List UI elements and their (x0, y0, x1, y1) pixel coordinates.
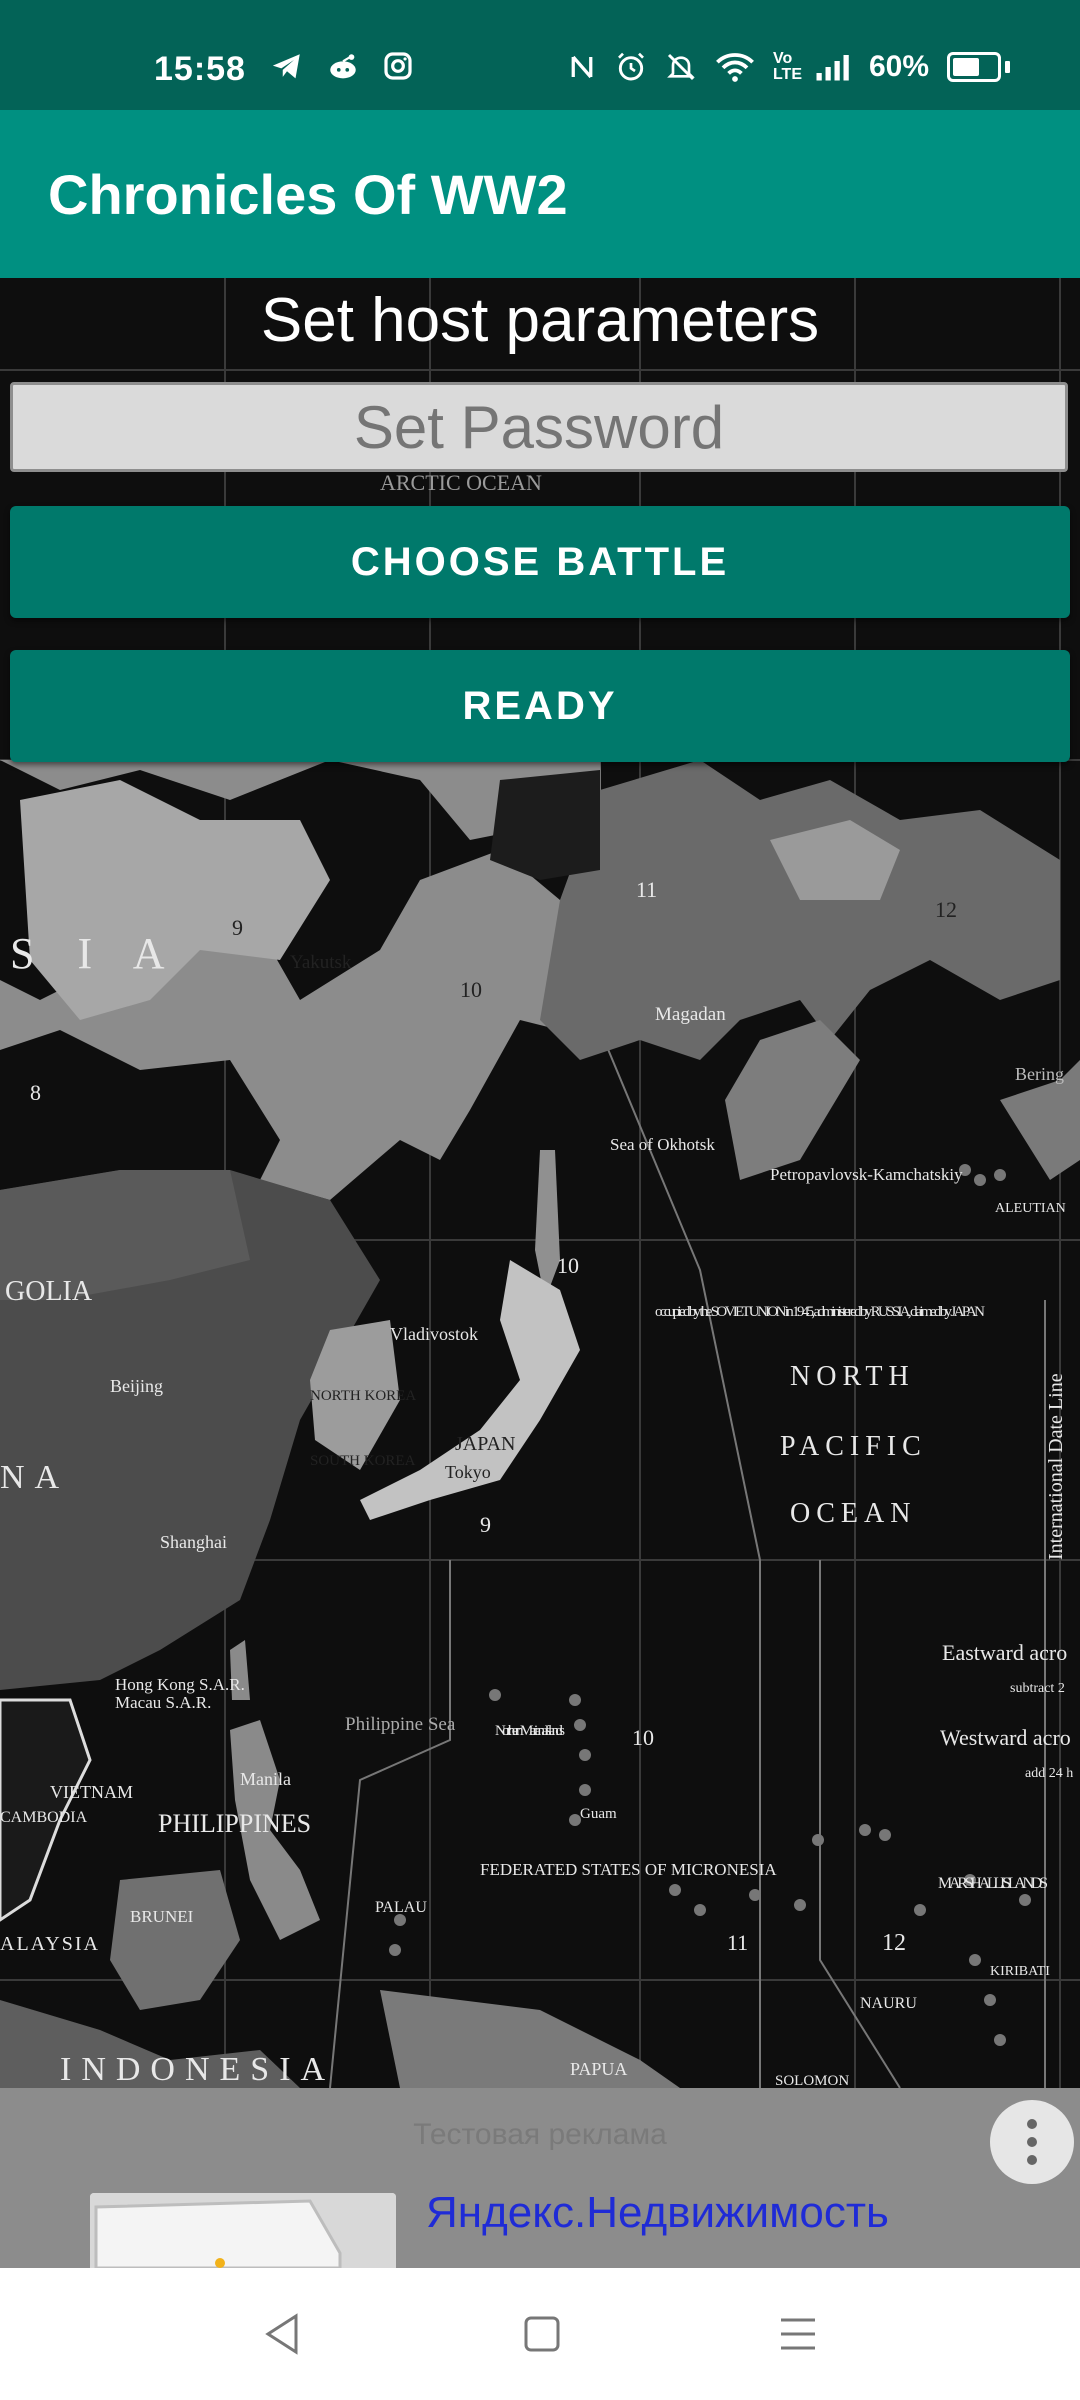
navigation-bar (0, 2268, 1080, 2400)
map-label-solomon: SOLOMON (775, 2073, 849, 2088)
map-label-palau: PALAU (375, 1899, 427, 1916)
status-time: 15:58 (154, 50, 246, 88)
battery-tip (1005, 61, 1010, 73)
map-label-japan: JAPAN (455, 1433, 515, 1455)
map-label-bering: Bering (1015, 1064, 1064, 1084)
map-label-micronesia: FEDERATED STATES OF MICRONESIA (480, 1860, 777, 1879)
map-label-cambodia: CAMBODIA (0, 1809, 88, 1826)
map-label-zone-9b: 9 (480, 1512, 491, 1537)
ad-link[interactable]: Яндекс.Недвижимость (426, 2188, 889, 2238)
map-label-okhotsk: Sea of Okhotsk (610, 1135, 715, 1154)
map-label-guam: Guam (580, 1806, 617, 1822)
status-left-icons (270, 50, 414, 84)
map-label-zone-12a: 12 (935, 897, 957, 922)
map-label-arctic: ARCTIC OCEAN (380, 470, 542, 495)
ready-button[interactable]: READY (10, 650, 1070, 762)
map-label-marshall: MARSHALL ISLANDS (938, 1875, 1048, 1892)
map-label-add24: add 24 h (1025, 1766, 1073, 1781)
status-right-icons: Vo LTE 60% (567, 50, 1010, 84)
map-label-zone-12b: 12 (882, 1930, 906, 1956)
more-vert-glyph (1027, 2119, 1037, 2165)
map-label-kiribati: KIRIBATI (990, 1964, 1050, 1979)
ad-image[interactable] (90, 2193, 396, 2268)
battery-percent: 60% (868, 50, 929, 83)
choose-battle-button[interactable]: CHOOSE BATTLE (10, 506, 1070, 618)
more-vert-icon[interactable] (990, 2100, 1074, 2184)
map-label-pacific: PACIFIC (780, 1431, 927, 1462)
map-label-vietnam: VIETNAM (50, 1782, 133, 1802)
map-label-zone-10b: 10 (557, 1253, 579, 1278)
map-label-zone-9a: 9 (232, 915, 243, 940)
battery-icon (947, 52, 1001, 82)
map-label-vladivostok: Vladivostok (390, 1324, 478, 1344)
app-bar: Chronicles Of WW2 (0, 110, 1080, 278)
map-label-yakutsk: Yakutsk (290, 952, 352, 973)
map-label-petropavlovsk: Petropavlovsk-Kamchatskiy (770, 1165, 963, 1184)
host-parameters-title: Set host parameters (260, 286, 820, 355)
map-label-date-line: International Date Line (1045, 1373, 1067, 1560)
map-label-eastward: Eastward acro (942, 1640, 1067, 1665)
map-label-aleutian: ALEUTIAN (995, 1201, 1066, 1216)
map-label-manila: Manila (240, 1769, 291, 1789)
instagram-icon (384, 52, 412, 80)
map-label-papua: PAPUA (570, 2059, 627, 2079)
map-label-hong-kong: Hong Kong S.A.R. (115, 1675, 245, 1694)
map-label-malaysia: ALAYSIA (0, 1933, 100, 1955)
map-label-subtract: subtract 2 (1010, 1681, 1065, 1696)
map-label-kuril-note: occupied by the SOVIET UNION in 1945, ad… (655, 1304, 985, 1320)
map-label-indonesia: INDONESIA (60, 2051, 335, 2088)
app-title: Chronicles Of WW2 (48, 163, 568, 226)
map-label-zone-10a: 10 (460, 977, 482, 1002)
map-label-zone-11b: 11 (727, 1930, 748, 1955)
ad-banner[interactable]: Тестовая реклама Яндекс.Недвижимость (0, 2088, 1080, 2268)
map-label-zone-11a: 11 (636, 877, 657, 902)
reddit-icon (330, 54, 356, 79)
map-label-brunei: BRUNEI (130, 1907, 194, 1926)
map-label-china: NA (0, 1459, 69, 1496)
map-label-ocean: OCEAN (790, 1498, 916, 1529)
map-label-westward: Westward acro (940, 1725, 1071, 1750)
map-label-south-korea: SOUTH KOREA (310, 1453, 416, 1469)
map-label-magadan: Magadan (655, 1004, 726, 1025)
status-bar: 15:58 Vo LTE 60% (0, 0, 1080, 110)
map-label-north: NORTH (790, 1361, 915, 1392)
map-label-zone-8: 8 (30, 1080, 41, 1105)
ad-image-graphic (90, 2193, 396, 2268)
map-label-mariana: Northern Mariana Islands (495, 1723, 565, 1739)
map-label-tokyo: Tokyo (445, 1462, 491, 1482)
mute-icon (667, 53, 695, 81)
telegram-icon (272, 54, 300, 79)
volte-icon: Vo LTE (772, 50, 802, 83)
map-label-nauru: NAURU (860, 1995, 917, 2012)
ad-label: Тестовая реклама (413, 2118, 667, 2151)
back-icon[interactable] (262, 2312, 302, 2356)
map-label-philippines: PHILIPPINES (158, 1809, 311, 1838)
menu-icon[interactable] (778, 2312, 818, 2356)
map-label-macau: Macau S.A.R. (115, 1693, 211, 1712)
nfc-icon (571, 55, 593, 79)
home-icon[interactable] (522, 2312, 562, 2356)
map-label-zone-10c: 10 (632, 1725, 654, 1750)
map-label-shanghai: Shanghai (160, 1532, 227, 1552)
map-label-beijing: Beijing (110, 1376, 163, 1396)
map-label-asia: S I A (10, 929, 180, 978)
map-label-philippine-sea: Philippine Sea (345, 1714, 456, 1735)
alarm-icon (618, 52, 644, 81)
map-label-mongolia: GOLIA (5, 1276, 93, 1307)
signal-icon (816, 55, 849, 81)
map-label-north-korea: NORTH KOREA (310, 1388, 416, 1404)
wifi-icon (715, 53, 754, 82)
password-field[interactable] (10, 382, 1068, 472)
